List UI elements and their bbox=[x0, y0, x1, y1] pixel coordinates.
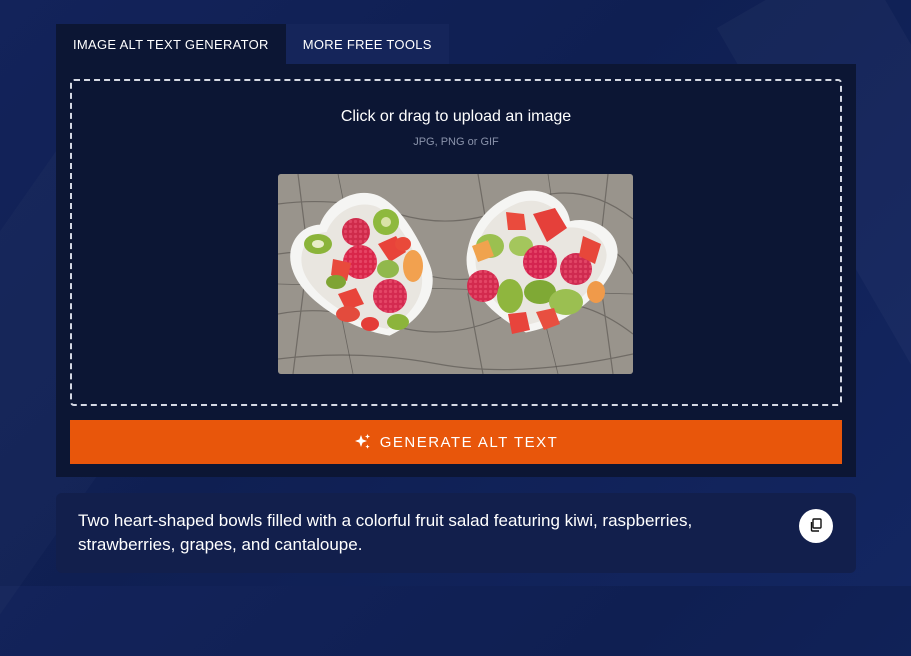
tab-label: IMAGE ALT TEXT GENERATOR bbox=[73, 36, 269, 52]
uploaded-image-preview bbox=[278, 174, 633, 374]
copy-button[interactable] bbox=[799, 509, 833, 543]
alt-text-result-card: Two heart-shaped bowls filled with a col… bbox=[56, 493, 856, 573]
upload-title: Click or drag to upload an image bbox=[340, 108, 572, 125]
tab-bar: IMAGE ALT TEXT GENERATOR MORE FREE TOOLS bbox=[56, 24, 449, 64]
generate-alt-text-button[interactable]: GENERATE ALT TEXT bbox=[70, 420, 842, 464]
generate-button-label: GENERATE ALT TEXT bbox=[379, 433, 559, 451]
tab-image-alt-text-generator[interactable]: IMAGE ALT TEXT GENERATOR bbox=[56, 24, 286, 64]
alt-text-output: Two heart-shaped bowls filled with a col… bbox=[78, 511, 693, 554]
tab-label: MORE FREE TOOLS bbox=[302, 36, 432, 52]
upload-formats: JPG, PNG or GIF bbox=[413, 136, 499, 148]
tab-more-free-tools[interactable]: MORE FREE TOOLS bbox=[285, 24, 449, 64]
copy-icon bbox=[809, 517, 823, 535]
image-upload-dropzone[interactable]: Click or drag to upload an image JPG, PN… bbox=[70, 79, 842, 406]
sparkle-icon bbox=[354, 433, 372, 451]
generator-panel: Click or drag to upload an image JPG, PN… bbox=[56, 64, 856, 477]
